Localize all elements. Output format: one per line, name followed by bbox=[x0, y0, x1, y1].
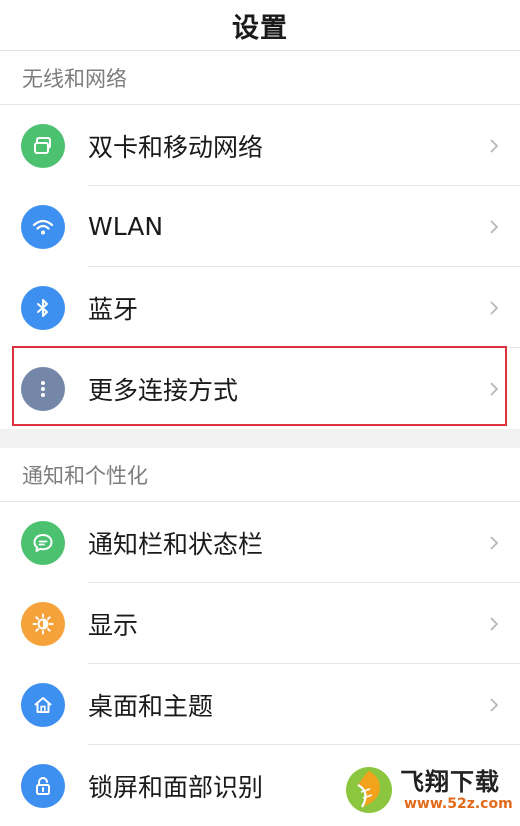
settings-item-label: 显示 bbox=[88, 610, 139, 640]
watermark-brand: 飞翔下载 bbox=[400, 768, 500, 796]
top-bar: 设置 bbox=[0, 0, 520, 51]
section-separator bbox=[0, 429, 520, 448]
settings-item-wlan[interactable]: WLAN bbox=[0, 186, 520, 267]
settings-item-label: 通知栏和状态栏 bbox=[88, 529, 264, 559]
chevron-right-icon bbox=[490, 381, 499, 396]
section-title: 通知和个性化 bbox=[0, 448, 520, 502]
settings-item-display[interactable]: 显示 bbox=[0, 583, 520, 664]
settings-item-label: 双卡和移动网络 bbox=[88, 132, 264, 162]
chevron-right-icon bbox=[490, 616, 499, 631]
more-dots-icon bbox=[21, 366, 65, 411]
watermark: 飞翔下载 www.52z.com bbox=[344, 762, 514, 818]
settings-item-bluetooth[interactable]: 蓝牙 bbox=[0, 267, 520, 348]
settings-item-notification-status-bar[interactable]: 通知栏和状态栏 bbox=[0, 502, 520, 583]
settings-item-label: 桌面和主题 bbox=[88, 691, 214, 721]
chat-bubble-icon bbox=[21, 520, 65, 565]
settings-item-label: 锁屏和面部识别 bbox=[88, 772, 264, 802]
section-wireless-network: 无线和网络 双卡和移动网络 WLAN 蓝牙 更多连接方式 bbox=[0, 51, 520, 429]
wifi-icon bbox=[21, 204, 65, 249]
chevron-right-icon bbox=[490, 535, 499, 550]
chevron-right-icon bbox=[490, 219, 499, 234]
brightness-icon bbox=[21, 601, 65, 646]
settings-item-label: 更多连接方式 bbox=[88, 375, 239, 405]
chevron-right-icon bbox=[490, 300, 499, 315]
home-icon bbox=[21, 682, 65, 727]
chevron-right-icon bbox=[490, 697, 499, 712]
lock-icon bbox=[21, 763, 65, 808]
dual-sim-icon bbox=[21, 123, 65, 168]
settings-item-more-connections[interactable]: 更多连接方式 bbox=[0, 348, 520, 429]
settings-item-label: WLAN bbox=[88, 212, 164, 241]
chevron-right-icon bbox=[490, 138, 499, 153]
watermark-url: www.52z.com bbox=[404, 796, 513, 812]
leaf-logo-icon bbox=[346, 767, 392, 813]
section-title: 无线和网络 bbox=[0, 51, 520, 105]
settings-item-desktop-theme[interactable]: 桌面和主题 bbox=[0, 664, 520, 745]
settings-item-dual-sim-mobile-network[interactable]: 双卡和移动网络 bbox=[0, 105, 520, 186]
settings-item-label: 蓝牙 bbox=[88, 294, 139, 324]
bluetooth-icon bbox=[21, 285, 65, 330]
page-title: 设置 bbox=[232, 12, 288, 44]
